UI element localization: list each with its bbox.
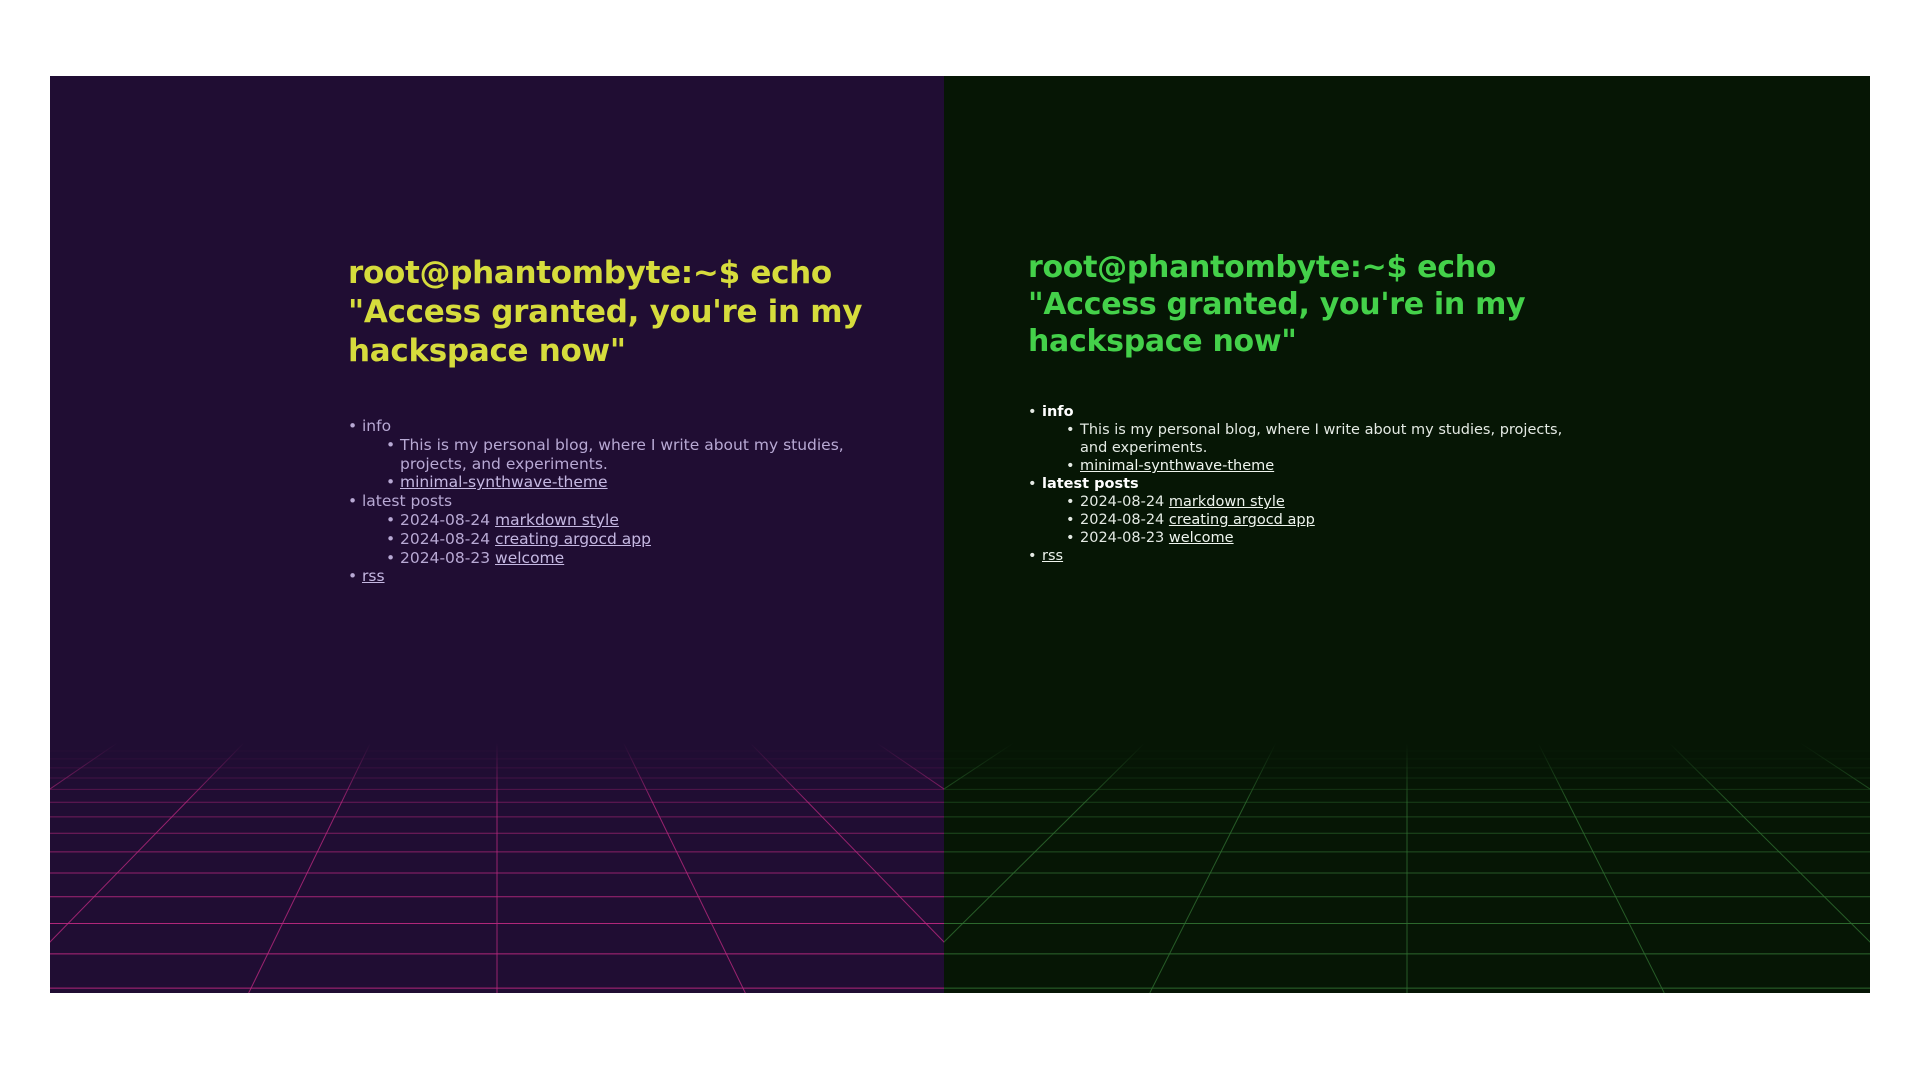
theme-link-item: minimal-synthwave-theme [386,473,888,492]
latest-posts-label: latest posts [362,492,453,511]
menu-item-info: info This is my personal blog, where I w… [1028,403,1588,475]
post-link[interactable]: creating argocd app [495,530,651,548]
post-link[interactable]: markdown style [495,511,619,529]
menu-item-rss: rss [1028,547,1588,565]
post-link[interactable]: markdown style [1169,494,1285,510]
info-description: This is my personal blog, where I write … [1066,421,1588,457]
post-date: 2024-08-23 [400,548,491,567]
theme-link[interactable]: minimal-synthwave-theme [1080,458,1274,474]
page-title: root@phantombyte:~$ echo "Access granted… [1028,250,1526,359]
post-item: 2024-08-24 creating argocd app [386,530,888,549]
latest-posts-label: latest posts [1042,476,1139,492]
post-link[interactable]: welcome [495,549,564,567]
menu-item-latest-posts: latest posts 2024-08-24 markdown style 2… [1028,475,1588,547]
info-description: This is my personal blog, where I write … [386,436,888,474]
page-title: root@phantombyte:~$ echo "Access granted… [348,255,863,369]
main-menu: info This is my personal blog, where I w… [1028,403,1588,565]
post-date: 2024-08-24 [400,510,491,529]
blog-content: root@phantombyte:~$ echo "Access granted… [1028,249,1588,565]
post-item: 2024-08-23 welcome [1066,529,1588,547]
info-label: info [362,417,392,435]
post-item: 2024-08-23 welcome [386,549,888,568]
menu-item-rss: rss [348,567,888,586]
green-theme-panel: root@phantombyte:~$ echo "Access granted… [944,76,1870,993]
post-item: 2024-08-24 markdown style [1066,493,1588,511]
synthwave-theme-panel: root@phantombyte:~$ echo "Access granted… [50,76,944,993]
post-date: 2024-08-24 [1080,512,1165,528]
post-date: 2024-08-24 [1080,494,1165,510]
post-date: 2024-08-23 [1080,530,1165,546]
blog-content: root@phantombyte:~$ echo "Access granted… [348,254,888,586]
rss-link[interactable]: rss [362,567,385,585]
theme-comparison: root@phantombyte:~$ echo "Access granted… [50,76,1870,993]
info-label: info [1042,404,1074,420]
post-link[interactable]: creating argocd app [1169,512,1315,528]
rss-link[interactable]: rss [1042,548,1063,564]
post-link[interactable]: welcome [1169,530,1234,546]
main-menu: info This is my personal blog, where I w… [348,417,888,586]
theme-link-item: minimal-synthwave-theme [1066,457,1588,475]
menu-item-latest-posts: latest posts 2024-08-24 markdown style 2… [348,492,888,567]
post-item: 2024-08-24 creating argocd app [1066,511,1588,529]
theme-link[interactable]: minimal-synthwave-theme [400,473,608,491]
menu-item-info: info This is my personal blog, where I w… [348,417,888,492]
post-item: 2024-08-24 markdown style [386,511,888,530]
post-date: 2024-08-24 [400,529,491,548]
